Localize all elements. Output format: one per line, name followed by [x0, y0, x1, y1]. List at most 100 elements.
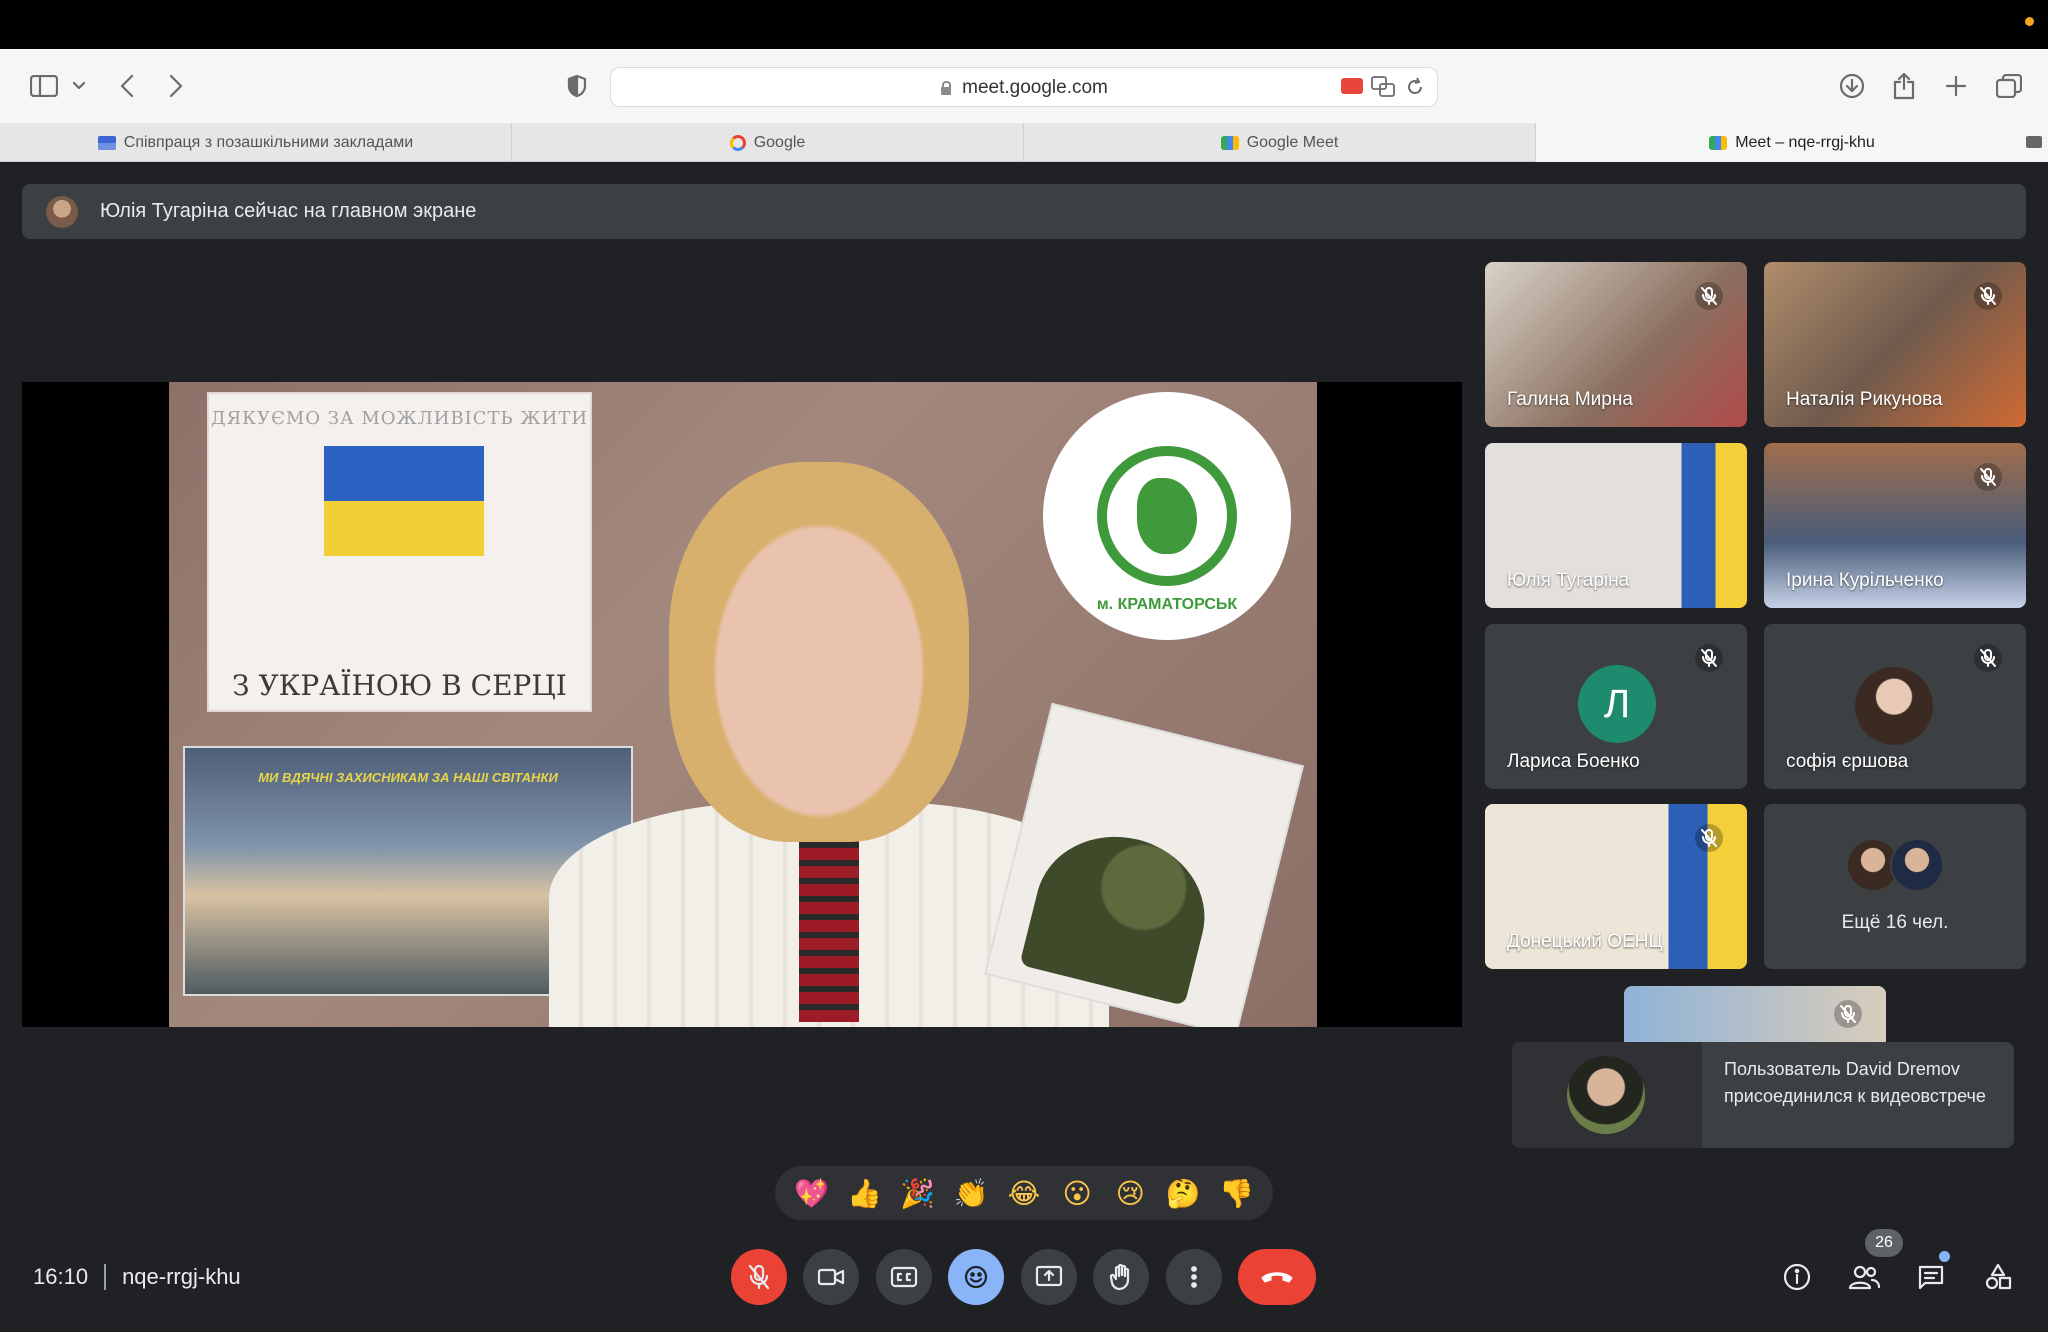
participant-count-badge: 26	[1865, 1229, 1903, 1257]
meeting-time: 16:10	[33, 1264, 89, 1289]
share-icon[interactable]	[1888, 49, 1920, 123]
participant-name: Галина Мирна	[1507, 389, 1633, 410]
mic-off-icon	[1695, 824, 1723, 852]
meeting-info: 16:10 nqe-rrgj-khu	[33, 1259, 241, 1295]
present-screen-button[interactable]	[1021, 1249, 1077, 1305]
forward-icon[interactable]	[161, 49, 191, 123]
reaction-surprised-icon[interactable]: 😮	[1055, 1171, 1099, 1215]
address-bar[interactable]: meet.google.com	[610, 67, 1438, 107]
sidebar-icon[interactable]	[22, 49, 66, 123]
activities-button[interactable]	[1975, 1254, 2021, 1300]
avatar-stack	[1846, 838, 1946, 894]
participant-name: Ірина Курільченко	[1786, 570, 1944, 591]
participant-tile[interactable]: софія єршова	[1764, 624, 2026, 789]
url-text: meet.google.com	[962, 77, 1108, 98]
participant-name: Лариса Боенко	[1507, 751, 1640, 772]
reaction-heart-icon[interactable]: 💖	[790, 1171, 834, 1215]
captions-button[interactable]	[876, 1249, 932, 1305]
participant-tile[interactable]: Ірина Курільченко	[1764, 443, 2026, 608]
more-participants-label: Ещё 16 чел.	[1841, 912, 1949, 933]
toast-text: Пользователь David Dremov присоединился …	[1724, 1059, 1986, 1106]
chevron-down-icon[interactable]	[68, 49, 90, 123]
back-icon[interactable]	[112, 49, 142, 123]
camera-toggle-button[interactable]	[803, 1249, 859, 1305]
more-participants-tile[interactable]: Ещё 16 чел.	[1764, 804, 2026, 969]
status-bar	[0, 0, 2048, 49]
join-notification: Пользователь David Dremov присоединился …	[1512, 1042, 2014, 1148]
mic-off-icon	[1695, 644, 1723, 672]
meeting-code: nqe-rrgj-khu	[122, 1264, 241, 1289]
reaction-thumbs-up-icon[interactable]: 👍	[843, 1171, 887, 1215]
globe-icon	[1097, 446, 1237, 586]
mic-off-icon	[1695, 282, 1723, 310]
soldier-image	[1019, 819, 1221, 1006]
raise-hand-button[interactable]	[1093, 1249, 1149, 1305]
video-frame: ДЯКУЄМО ЗА МОЖЛИВІСТЬ ЖИТИ З УКРАЇНОЮ В …	[169, 382, 1317, 1027]
poster-title: ДЯКУЄМО ЗА МОЖЛИВІСТЬ ЖИТИ	[210, 408, 589, 429]
reaction-party-icon[interactable]: 🎉	[896, 1171, 940, 1215]
poster-caption: З УКРАЇНОЮ В СЕРЦІ	[232, 669, 567, 702]
new-tab-icon[interactable]	[1940, 49, 1972, 123]
browser-toolbar: meet.google.com	[0, 49, 2048, 123]
mic-off-icon	[1974, 463, 2002, 491]
ukraine-flag	[324, 446, 484, 556]
tab-google[interactable]: Google	[512, 123, 1024, 162]
google-icon	[729, 134, 746, 151]
poster-soldier	[983, 702, 1305, 1027]
mic-off-icon	[1834, 1000, 1862, 1028]
presenter-banner: Юлія Тугаріна сейчас на главном экране	[22, 184, 2026, 239]
translate-icon[interactable]	[1371, 76, 1395, 98]
recording-indicator-dot	[2025, 17, 2034, 26]
reactions-bar: 💖 👍 🎉 👏 😂 😮 😢 🤔 👎	[775, 1166, 1273, 1220]
download-icon[interactable]	[1836, 49, 1868, 123]
meeting-details-button[interactable]	[1774, 1254, 1820, 1300]
tab-google-meet[interactable]: Google Meet	[1024, 123, 1536, 162]
participant-tile[interactable]: Донецький ОЕНЦ	[1485, 804, 1747, 969]
camera-active-icon[interactable]	[1341, 78, 1363, 94]
main-speaker-video[interactable]: ДЯКУЄМО ЗА МОЖЛИВІСТЬ ЖИТИ З УКРАЇНОЮ В …	[22, 382, 1462, 1027]
flag-icon	[97, 135, 116, 150]
privacy-shield-icon[interactable]	[562, 49, 592, 123]
people-button[interactable]	[1841, 1254, 1887, 1300]
participant-tile[interactable]: Л Лариса Боенко	[1485, 624, 1747, 789]
mic-off-icon	[1974, 644, 2002, 672]
mic-toggle-button[interactable]	[731, 1249, 787, 1305]
tab-label: Google Meet	[1246, 133, 1339, 151]
participant-tile[interactable]: Галина Мирна	[1485, 262, 1747, 427]
mic-off-icon	[1974, 282, 2002, 310]
tab-spivpratsia[interactable]: Співпраця з позашкільними закладами	[0, 123, 512, 162]
tab-bar: Співпраця з позашкільними закладами Goog…	[0, 123, 2048, 162]
participant-tile-partial[interactable]	[1624, 986, 1886, 1042]
tab-label: Співпраця з позашкільними закладами	[123, 133, 414, 151]
tab-label: Meet – nqe-rrgj-khu	[1735, 133, 1875, 151]
more-options-button[interactable]	[1166, 1249, 1222, 1305]
reaction-sad-icon[interactable]: 😢	[1108, 1171, 1152, 1215]
reaction-thumbs-down-icon[interactable]: 👎	[1214, 1171, 1258, 1215]
chat-unread-dot	[1939, 1251, 1950, 1262]
toast-avatar-area	[1512, 1042, 1702, 1148]
meet-icon	[1220, 135, 1239, 150]
avatar	[1890, 838, 1944, 892]
center-emblem-logo: м. КРАМАТОРСЬК	[1043, 392, 1291, 640]
poster-title: МИ ВДЯЧНІ ЗАХИСНИКАМ ЗА НАШІ СВІТАНКИ	[258, 770, 558, 785]
reload-icon[interactable]	[1405, 77, 1425, 97]
avatar	[46, 195, 78, 228]
reaction-laugh-icon[interactable]: 😂	[1002, 1171, 1046, 1215]
participant-name: Донецький ОЕНЦ	[1507, 931, 1663, 952]
tab-label: Google	[753, 133, 806, 151]
tab-meet-active[interactable]: Meet – nqe-rrgj-khu	[1536, 123, 2048, 162]
participant-tile[interactable]: Юлія Тугаріна	[1485, 443, 1747, 608]
emblem-text: м. КРАМАТОРСЬК	[1096, 596, 1238, 613]
emoji-reactions-button[interactable]	[948, 1249, 1004, 1305]
reaction-clap-icon[interactable]: 👏	[949, 1171, 993, 1215]
tab-overview-icon[interactable]	[1992, 49, 2026, 123]
leave-call-button[interactable]	[1238, 1249, 1316, 1305]
reaction-thinking-icon[interactable]: 🤔	[1161, 1171, 1205, 1215]
participant-name: софія єршова	[1786, 751, 1909, 772]
lock-icon	[940, 81, 952, 95]
avatar	[1567, 1056, 1645, 1134]
camera-icon	[2026, 136, 2042, 148]
divider	[104, 1264, 107, 1290]
participant-tile[interactable]: Наталія Рикунова	[1764, 262, 2026, 427]
avatar	[1855, 667, 1933, 745]
